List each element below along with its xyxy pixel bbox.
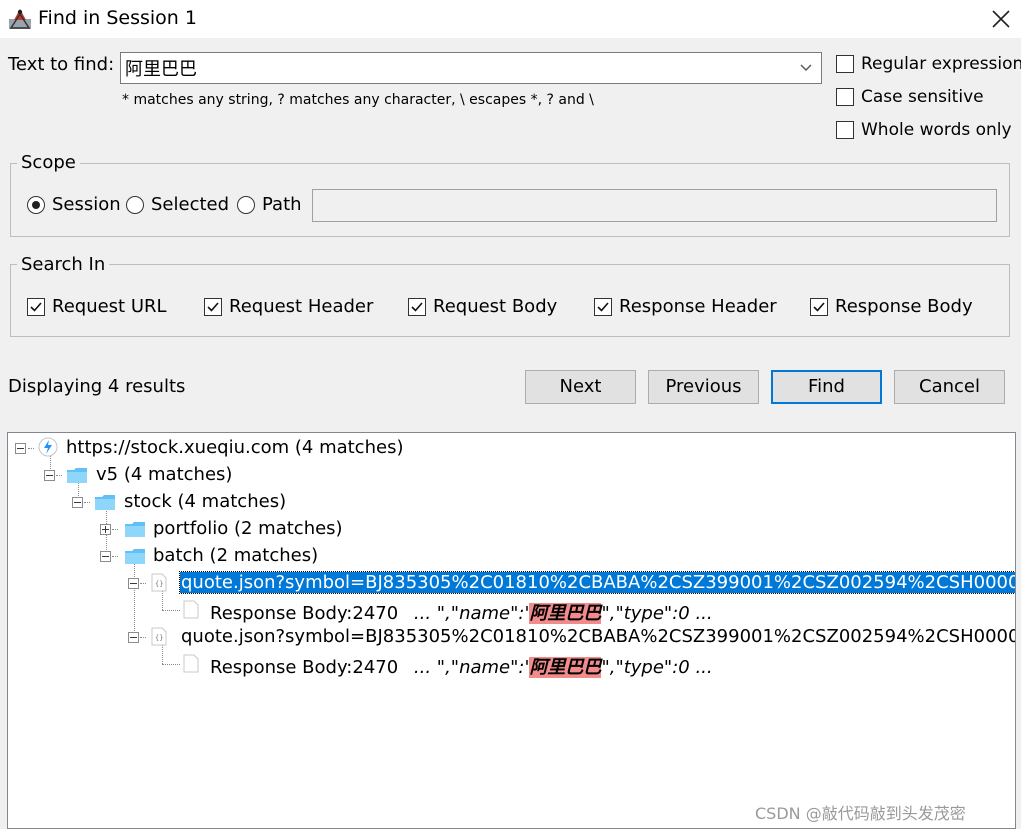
request-body-label: Request Body [433,296,558,317]
svg-text:{}: {} [155,634,163,642]
find-hint: * matches any string, ? matches any char… [122,92,594,108]
scope-session-label: Session [52,194,121,215]
tree-portfolio-label: portfolio (2 matches) [153,518,343,539]
response-header-checkbox[interactable] [594,298,612,316]
case-label: Case sensitive [861,87,984,107]
folder-icon [124,548,146,565]
folder-icon [66,467,88,484]
tree-node-batch[interactable]: batch (2 matches) [8,543,1008,569]
tree-node-v5[interactable]: v5 (4 matches) [8,462,1008,488]
collapse-icon[interactable] [15,443,26,454]
request-url-label: Request URL [52,296,167,317]
scope-selected-radio[interactable] [126,196,144,214]
case-checkbox[interactable] [836,88,854,106]
folder-icon [124,521,146,538]
collapse-icon[interactable] [100,551,111,562]
tree-stock-label: stock (4 matches) [124,491,287,512]
next-button[interactable]: Next [525,370,636,404]
tree-node-match[interactable]: Response Body:2470 ... ","name":'阿里巴巴","… [8,651,1015,678]
request-header-label: Request Header [229,296,374,317]
scope-session-radio[interactable] [27,196,45,214]
file-icon [183,600,199,619]
match-suffix: ","type":0 ... [601,657,713,678]
svg-text:{}: {} [155,580,163,588]
scope-path-radio[interactable] [237,196,255,214]
expand-icon[interactable] [100,524,111,535]
collapse-icon[interactable] [44,470,55,481]
response-body-label: Response Body [835,296,973,317]
window-title: Find in Session 1 [38,7,197,29]
path-input[interactable] [312,189,997,222]
tree-request-url: quote.json?symbol=BJ835305%2C01810%2CBAB… [178,571,1015,594]
collapse-icon[interactable] [72,497,83,508]
tree-host-label: https://stock.xueqiu.com (4 matches) [66,437,404,458]
find-combobox[interactable] [120,52,822,84]
results-status: Displaying 4 results [8,376,186,397]
tree-node-host[interactable]: https://stock.xueqiu.com (4 matches) [8,435,1008,461]
lightning-icon [38,437,58,457]
regex-label: Regular expression [861,54,1021,74]
tree-node-request[interactable]: {} quote.json?symbol=BJ835305%2C01810%2C… [8,624,1016,650]
response-header-label: Response Header [619,296,777,317]
match-body-label: Response Body:2470 [210,603,399,624]
request-header-checkbox[interactable] [204,298,222,316]
tree-node-match[interactable]: Response Body:2470 ... ","name":'阿里巴巴","… [8,597,1015,624]
results-tree[interactable]: https://stock.xueqiu.com (4 matches) v5 … [7,432,1016,829]
json-file-icon: {} [151,573,167,592]
scope-title: Scope [17,152,80,173]
json-file-icon: {} [151,627,167,646]
match-prefix: ... ","name":' [413,657,530,678]
folder-icon [94,494,116,511]
whole-words-label: Whole words only [861,120,1012,140]
response-body-checkbox[interactable] [810,298,828,316]
tree-node-stock[interactable]: stock (4 matches) [8,489,1008,515]
tree-node-request[interactable]: {} quote.json?symbol=BJ835305%2C01810%2C… [8,570,1015,596]
scope-path-label: Path [262,194,302,215]
collapse-icon[interactable] [128,632,139,643]
previous-button[interactable]: Previous [648,370,759,404]
collapse-icon[interactable] [128,578,139,589]
scope-selected-label: Selected [151,194,230,215]
find-button[interactable]: Find [771,370,882,404]
regex-checkbox[interactable] [836,55,854,73]
match-highlight: 阿里巴巴 [529,657,602,678]
watermark: CSDN @敲代码敲到头发茂密 [755,804,966,823]
match-prefix: ... ","name":' [413,603,530,624]
tree-v5-label: v5 (4 matches) [96,464,233,485]
find-input[interactable] [125,55,785,81]
request-url-checkbox[interactable] [27,298,45,316]
tree-request-url: quote.json?symbol=BJ835305%2C01810%2CBAB… [181,626,1016,647]
whole-words-checkbox[interactable] [836,121,854,139]
request-body-checkbox[interactable] [408,298,426,316]
close-icon[interactable] [990,8,1012,30]
chevron-down-icon[interactable] [791,53,821,83]
app-icon [8,6,32,30]
tree-batch-label: batch (2 matches) [153,545,319,566]
search-in-title: Search In [17,254,110,275]
match-body-label: Response Body:2470 [210,657,399,678]
file-icon [183,654,199,673]
match-suffix: ","type":0 ... [601,603,713,624]
find-label: Text to find: [8,54,115,75]
cancel-button[interactable]: Cancel [894,370,1005,404]
tree-node-portfolio[interactable]: portfolio (2 matches) [8,516,1008,542]
match-highlight: 阿里巴巴 [529,603,602,624]
